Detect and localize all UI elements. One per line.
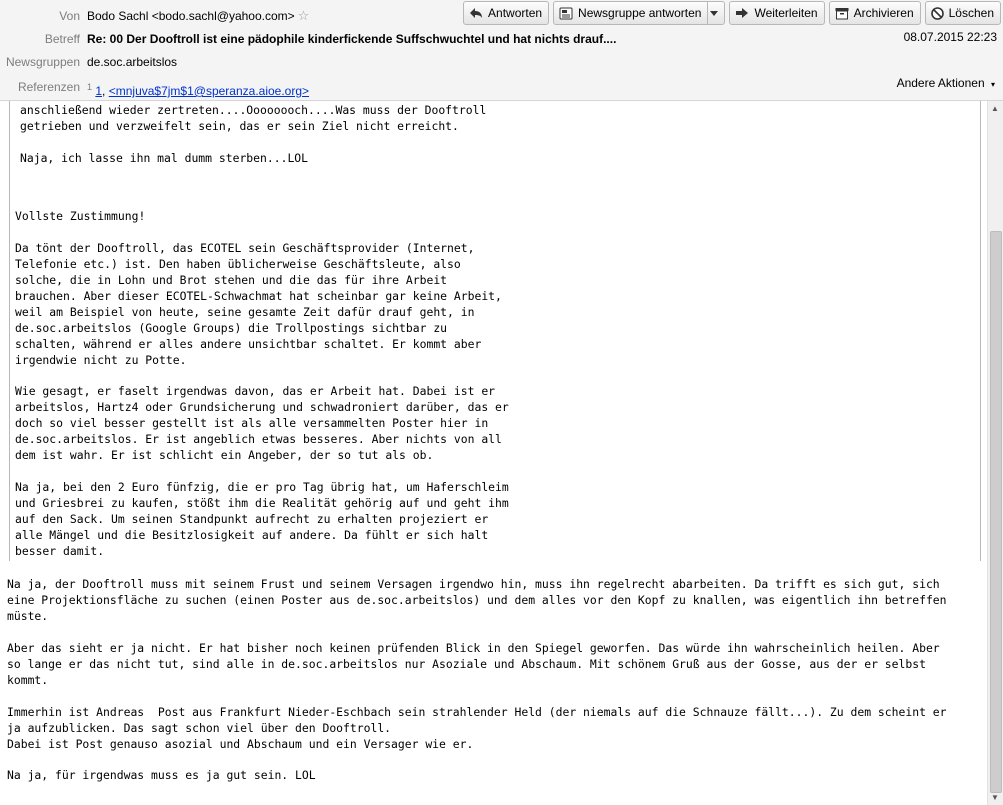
other-actions-label: Andere Aktionen bbox=[896, 76, 985, 90]
message-header: Von Bodo Sachl <bodo.sachl@yahoo.com> ☆ A… bbox=[0, 0, 1003, 101]
from-label: Von bbox=[59, 9, 80, 23]
message-body: Vollste Zustimmung! Da tönt der Dooftrol… bbox=[0, 101, 987, 805]
reply-text: Na ja, der Dooftroll muss mit seinem Fru… bbox=[7, 577, 947, 783]
newsgroup-icon bbox=[559, 7, 573, 19]
reply-label: Antworten bbox=[488, 6, 543, 20]
references-value: 1 1, <mnjuva$7jm$1@speranza.aioe.org> bbox=[87, 82, 310, 98]
inner-quote-block: Da baut er sich mühsam Sandburgen auf un… bbox=[9, 101, 981, 173]
references-toggle[interactable]: 1 bbox=[87, 82, 92, 92]
chevron-down-icon: ▾ bbox=[990, 80, 995, 89]
forward-button[interactable]: Weiterleiten bbox=[729, 1, 825, 25]
reply-newsgroup-label: Newsgruppe antworten bbox=[578, 6, 702, 20]
subject-value: Re: 00 Der Dooftroll ist eine pädophile … bbox=[87, 32, 617, 46]
star-icon[interactable]: ☆ bbox=[298, 8, 310, 23]
forward-arrow-icon bbox=[736, 8, 749, 18]
outer-quote-text: Vollste Zustimmung! Da tönt der Dooftrol… bbox=[15, 209, 509, 559]
other-actions-menu[interactable]: Andere Aktionen ▾ bbox=[897, 76, 995, 90]
chevron-down-icon[interactable] bbox=[707, 2, 724, 24]
vertical-scrollbar[interactable]: ▲ ▼ bbox=[987, 101, 1003, 805]
archive-label: Archivieren bbox=[853, 6, 914, 20]
reference-message-link[interactable]: <mnjuva$7jm$1@speranza.aioe.org> bbox=[109, 84, 309, 98]
reply-button[interactable]: Antworten bbox=[463, 1, 550, 25]
delete-button[interactable]: Löschen bbox=[924, 1, 1001, 25]
archive-button[interactable]: Archivieren bbox=[828, 1, 921, 25]
archive-box-icon bbox=[835, 7, 849, 19]
scroll-down-icon[interactable]: ▼ bbox=[991, 793, 999, 802]
forward-label: Weiterleiten bbox=[754, 6, 818, 20]
from-value[interactable]: Bodo Sachl <bodo.sachl@yahoo.com> ☆ bbox=[87, 6, 309, 26]
delete-label: Löschen bbox=[948, 6, 994, 20]
scroll-up-icon[interactable]: ▲ bbox=[991, 104, 999, 113]
scrollbar-thumb[interactable] bbox=[990, 231, 1002, 793]
message-date: 08.07.2015 22:23 bbox=[903, 30, 997, 44]
subject-label: Betreff bbox=[44, 32, 80, 46]
references-label: Referenzen bbox=[17, 80, 80, 94]
reply-newsgroup-button[interactable]: Newsgruppe antworten bbox=[553, 1, 726, 25]
sender-address[interactable]: Bodo Sachl <bodo.sachl@yahoo.com> bbox=[87, 9, 295, 23]
newsgroups-value[interactable]: de.soc.arbeitslos bbox=[87, 52, 177, 72]
reply-arrow-icon bbox=[470, 8, 483, 18]
reference-number-link[interactable]: 1 bbox=[95, 84, 102, 98]
message-toolbar: Antworten Newsgruppe antworten Weiterlei… bbox=[463, 1, 1001, 25]
delete-circle-icon bbox=[930, 6, 944, 20]
inner-quote-text: Da baut er sich mühsam Sandburgen auf un… bbox=[20, 102, 487, 165]
newsgroups-label: Newsgruppen bbox=[5, 55, 80, 69]
